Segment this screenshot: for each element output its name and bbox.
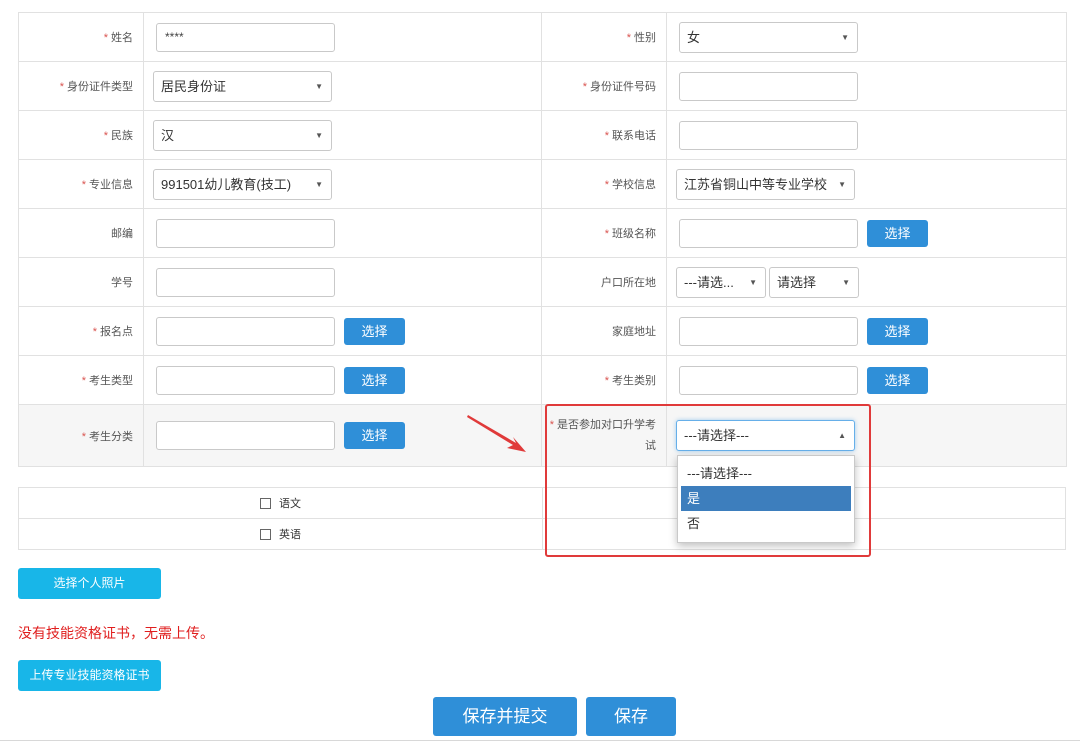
required-mark: * — [549, 418, 554, 431]
form-row: * 报名点 选择 家庭地址 选择 — [18, 306, 1067, 356]
subjects-table: 语文 英语 — [18, 487, 1066, 550]
required-mark: * — [626, 32, 631, 44]
id-type-label: * 身份证件类型 — [18, 61, 144, 111]
major-label: * 专业信息 — [18, 159, 144, 209]
triangle-down-icon: ▼ — [315, 130, 323, 140]
required-mark: * — [81, 430, 86, 443]
required-mark: * — [92, 326, 97, 338]
subject-english-label: 英语 — [279, 529, 301, 541]
student-no-input[interactable] — [156, 267, 335, 297]
dropdown-option[interactable]: 否 — [681, 511, 851, 536]
subject-row: 语文 — [18, 487, 1066, 519]
exam-type-input[interactable] — [156, 365, 335, 395]
id-number-input[interactable] — [679, 71, 858, 101]
join-exam-select[interactable]: ---请选择--- ▲ — [676, 420, 855, 451]
household-province-select[interactable]: ---请选... ▼ — [676, 266, 766, 298]
join-exam-label: * 是否参加对口升学考试 — [541, 404, 667, 467]
required-mark: * — [604, 179, 609, 191]
class-name-label: * 班级名称 — [541, 208, 667, 258]
form-row: * 考生类型 选择 * 考生类别 选择 — [18, 355, 1067, 405]
save-button[interactable]: 保存 — [586, 697, 676, 736]
student-info-form: * 姓名 **** * 性别 女 ▼ * 身份证件类型 居民身份证 ▼ * 身份证件号码 *… — [18, 12, 1067, 467]
registration-point-label: * 报名点 — [18, 306, 144, 356]
postcode-input[interactable] — [156, 218, 335, 248]
subject-row: 英语 — [18, 518, 1066, 550]
form-row: 学号 户口所在地 ---请选... ▼ 请选择 ▼ — [18, 257, 1067, 307]
gender-label: * 性别 — [541, 12, 667, 62]
form-row: 邮编 * 班级名称 选择 — [18, 208, 1067, 258]
save-and-submit-button[interactable]: 保存并提交 — [433, 697, 577, 736]
name-label: * 姓名 — [18, 12, 144, 62]
dropdown-option[interactable]: ---请选择--- — [681, 461, 851, 486]
major-select[interactable]: 991501幼儿教育(技工) ▼ — [153, 168, 332, 200]
exam-classification-label: * 考生分类 — [18, 404, 144, 467]
dropdown-option[interactable]: 是 — [681, 486, 851, 511]
upload-certificate-button[interactable]: 上传专业技能资格证书 — [18, 660, 161, 691]
choose-home-address-button[interactable]: 选择 — [867, 317, 928, 345]
student-no-label: 学号 — [18, 257, 144, 307]
ethnicity-select[interactable]: 汉 ▼ — [153, 119, 332, 151]
id-number-label: * 身份证件号码 — [541, 61, 667, 111]
triangle-down-icon: ▼ — [838, 179, 846, 189]
checkbox-icon[interactable] — [260, 528, 271, 540]
required-mark: * — [604, 228, 609, 240]
id-type-select[interactable]: 居民身份证 ▼ — [153, 70, 332, 102]
triangle-down-icon: ▼ — [315, 179, 323, 189]
household-label: 户口所在地 — [541, 257, 667, 307]
required-mark: * — [103, 130, 108, 142]
choose-exam-category-button[interactable]: 选择 — [867, 366, 928, 394]
exam-classification-input[interactable] — [156, 421, 335, 450]
choose-exam-classification-button[interactable]: 选择 — [344, 422, 405, 449]
bottom-divider — [0, 740, 1080, 741]
required-mark: * — [582, 81, 587, 93]
school-label: * 学校信息 — [541, 159, 667, 209]
triangle-up-icon: ▲ — [838, 431, 846, 440]
required-mark: * — [59, 81, 64, 93]
phone-label: * 联系电话 — [541, 110, 667, 160]
required-mark: * — [81, 375, 86, 387]
form-row: * 考生分类 选择 * 是否参加对口升学考试 ---请选择--- ▲ — [18, 404, 1067, 467]
home-address-input[interactable] — [679, 316, 858, 346]
form-row: * 姓名 **** * 性别 女 ▼ — [18, 12, 1067, 62]
postcode-label: 邮编 — [18, 208, 144, 258]
choose-registration-point-button[interactable]: 选择 — [344, 317, 405, 345]
triangle-down-icon: ▼ — [841, 32, 849, 42]
choose-exam-type-button[interactable]: 选择 — [344, 366, 405, 394]
red-arrow-icon — [467, 415, 526, 452]
exam-type-label: * 考生类型 — [18, 355, 144, 405]
exam-category-input[interactable] — [679, 365, 858, 395]
choose-photo-button[interactable]: 选择个人照片 — [18, 568, 161, 599]
registration-point-input[interactable] — [156, 316, 335, 346]
required-mark: * — [81, 179, 86, 191]
checkbox-icon[interactable] — [260, 497, 271, 509]
form-row: * 专业信息 991501幼儿教育(技工) ▼ * 学校信息 江苏省铜山中等专业学校 ▼ — [18, 159, 1067, 209]
triangle-down-icon: ▼ — [315, 81, 323, 91]
required-mark: * — [604, 375, 609, 387]
class-name-input[interactable] — [679, 218, 858, 248]
subject-chinese-label: 语文 — [279, 498, 301, 510]
name-input[interactable]: **** — [156, 22, 335, 52]
join-exam-dropdown: ---请选择--- 是 否 — [677, 455, 855, 543]
triangle-down-icon: ▼ — [842, 277, 850, 287]
form-row: * 民族 汉 ▼ * 联系电话 — [18, 110, 1067, 160]
phone-input[interactable] — [679, 120, 858, 150]
ethnicity-label: * 民族 — [18, 110, 144, 160]
household-city-select[interactable]: 请选择 ▼ — [769, 266, 859, 298]
home-address-label: 家庭地址 — [541, 306, 667, 356]
required-mark: * — [604, 130, 609, 142]
required-mark: * — [103, 32, 108, 44]
gender-select[interactable]: 女 ▼ — [679, 21, 858, 53]
school-select[interactable]: 江苏省铜山中等专业学校 ▼ — [676, 168, 855, 200]
choose-class-button[interactable]: 选择 — [867, 219, 928, 247]
triangle-down-icon: ▼ — [749, 277, 757, 287]
exam-category-label: * 考生类别 — [541, 355, 667, 405]
form-row: * 身份证件类型 居民身份证 ▼ * 身份证件号码 — [18, 61, 1067, 111]
certificate-notice: 没有技能资格证书，无需上传。 — [18, 625, 214, 641]
